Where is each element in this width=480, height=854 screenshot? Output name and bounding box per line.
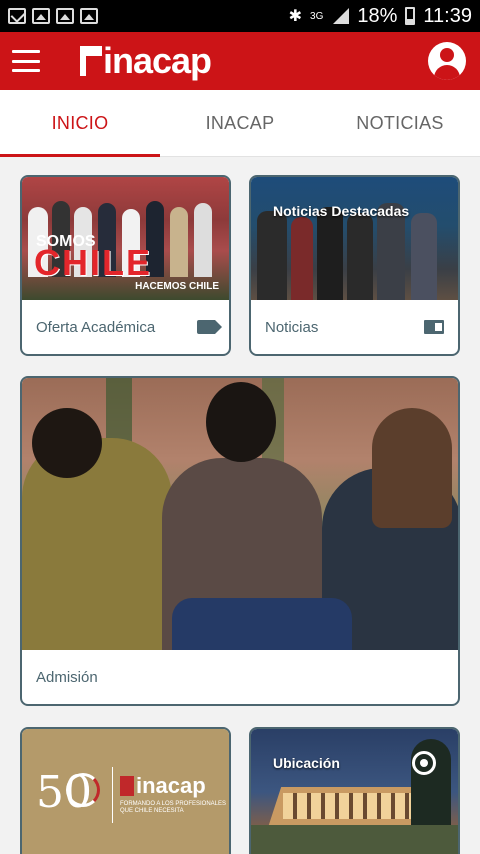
news-icon: [424, 320, 444, 334]
battery-percent: 18%: [357, 4, 398, 27]
anniversary-ring-icon: [66, 773, 100, 807]
card-image: 50 inacap FORMANDO A LOS PROFESIONALES Q…: [22, 729, 229, 854]
card-footer: Oferta Académica: [22, 300, 229, 354]
card-image: Noticias Destacadas: [251, 177, 458, 300]
network-type: 3G: [310, 10, 324, 22]
card-footer: Noticias: [251, 300, 458, 354]
logo-tagline: FORMANDO A LOS PROFESIONALES QUE CHILE N…: [120, 801, 227, 814]
tab-label: NOTICIAS: [356, 112, 444, 133]
logo-mark: [120, 776, 134, 796]
tab-bar: INICIO INACAP NOTICIAS: [0, 90, 480, 157]
system-status: ✱ 3G 18% 11:39: [289, 5, 472, 28]
image-icon: [32, 8, 50, 24]
tab-noticias[interactable]: NOTICIAS: [320, 90, 480, 156]
tab-inicio[interactable]: INICIO: [0, 90, 160, 157]
menu-icon[interactable]: [12, 50, 40, 72]
card-oferta-academica[interactable]: SOMOS CHILE HACEMOS CHILE Oferta Académi…: [20, 175, 231, 356]
bluetooth-icon: ✱: [288, 8, 303, 25]
logo-text: inacap: [136, 773, 206, 798]
divider: [112, 767, 113, 823]
logo-text: inacap: [103, 40, 212, 81]
account-icon[interactable]: [428, 42, 466, 80]
card-image: Ubicación: [251, 729, 458, 854]
photo-icon: [56, 8, 74, 24]
card-footer: Admisión: [22, 650, 458, 704]
tag-icon: [197, 320, 222, 334]
card-label: Noticias: [265, 318, 319, 336]
card-admision[interactable]: Admisión: [20, 376, 460, 706]
mail-icon: [8, 8, 26, 24]
ubicacion-title: Ubicación: [273, 755, 340, 771]
status-bar: ✱ 3G 18% 11:39: [0, 0, 480, 32]
chile-text: CHILE: [34, 242, 152, 283]
tab-label: INACAP: [205, 112, 275, 133]
card-image: [22, 378, 458, 650]
card-noticias[interactable]: Noticias Destacadas Noticias: [249, 175, 460, 356]
card-label: Oferta Académica: [36, 318, 156, 336]
notification-icons: [8, 8, 98, 24]
inacap-logo: inacap: [120, 773, 206, 799]
noticias-destacadas-title: Noticias Destacadas: [273, 203, 410, 219]
card-label: Admisión: [36, 668, 98, 686]
app-logo: inacap: [80, 40, 212, 82]
tab-inacap[interactable]: INACAP: [160, 90, 320, 156]
hacemos-chile-text: HACEMOS CHILE: [135, 281, 219, 292]
app-bar: inacap: [0, 32, 480, 90]
battery-icon: [405, 7, 416, 25]
location-target-icon[interactable]: [412, 751, 436, 775]
clock: 11:39: [423, 4, 472, 27]
card-image: SOMOS CHILE HACEMOS CHILE: [22, 177, 229, 300]
tab-label: INICIO: [51, 112, 109, 133]
card-aniversario[interactable]: 50 inacap FORMANDO A LOS PROFESIONALES Q…: [20, 727, 231, 854]
card-ubicacion[interactable]: Ubicación: [249, 727, 460, 854]
signal-icon: [331, 8, 350, 24]
photo-icon: [80, 8, 98, 24]
logo-mark: [80, 46, 102, 76]
